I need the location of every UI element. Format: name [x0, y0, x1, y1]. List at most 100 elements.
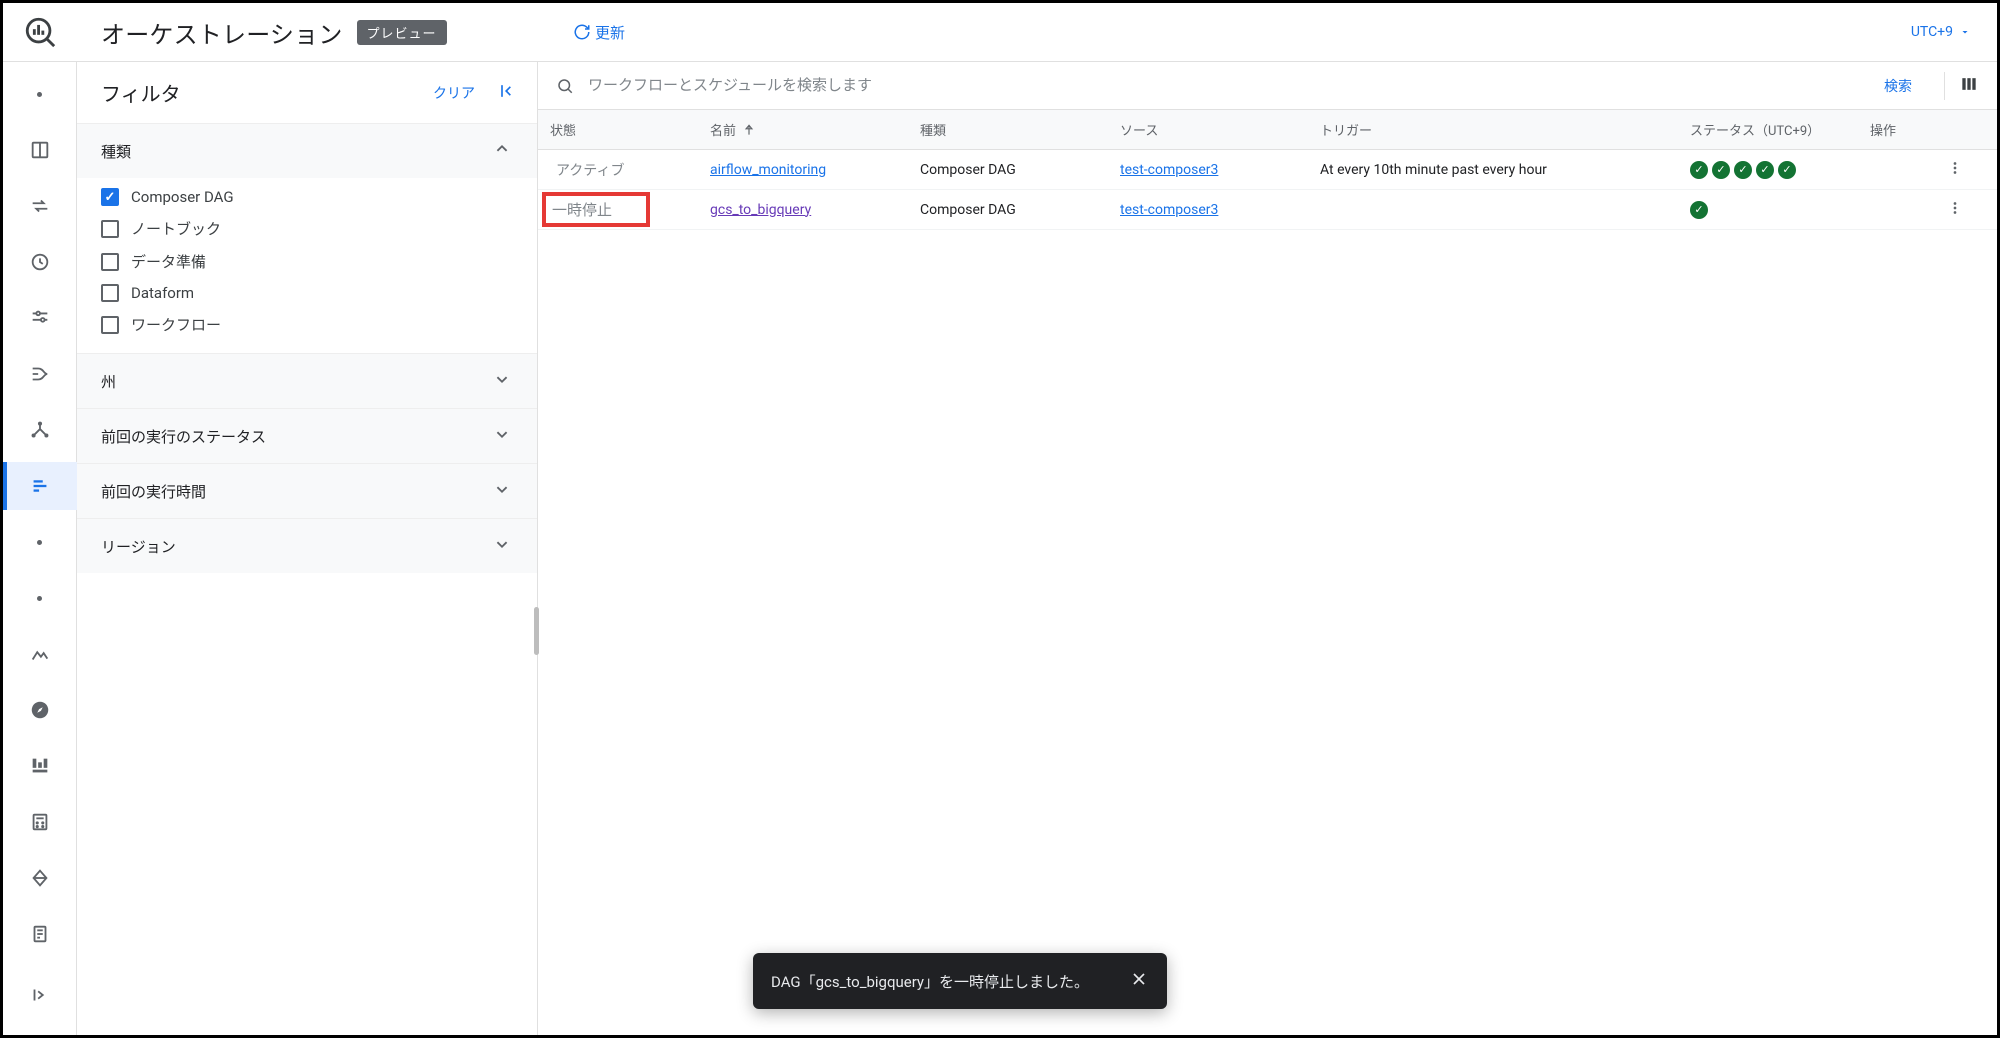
th-source[interactable]: ソース [1120, 120, 1320, 139]
filter-section-last-status[interactable]: 前回の実行のステータス [77, 408, 537, 463]
th-type[interactable]: 種類 [920, 120, 1120, 139]
nav-item-dashboard[interactable] [3, 742, 77, 790]
columns-icon [1959, 74, 1979, 94]
refresh-button[interactable]: 更新 [573, 22, 625, 43]
filter-option-notebook[interactable]: ノートブック [101, 218, 513, 239]
dashboard-icon [29, 755, 51, 777]
share-icon [29, 419, 51, 441]
close-icon [1129, 969, 1149, 989]
dot-icon [37, 92, 42, 97]
filter-section-last-time[interactable]: 前回の実行時間 [77, 463, 537, 518]
chevron-up-icon [491, 138, 513, 164]
filter-section-title: 種類 [101, 141, 491, 162]
nav-item-transfer[interactable] [3, 182, 77, 230]
filter-option-dataform[interactable]: Dataform [101, 284, 513, 302]
filter-option-data-prep[interactable]: データ準備 [101, 251, 513, 272]
compass-icon [29, 699, 51, 721]
row-actions-button[interactable] [1870, 159, 1970, 181]
product-logo[interactable] [3, 15, 77, 49]
toast-notification: DAG「gcs_to_bigquery」を一時停止しました。 [753, 953, 1167, 1009]
state-cell-highlighted: 一時停止 [546, 196, 646, 223]
column-settings-button[interactable] [1959, 74, 1979, 98]
timezone-selector[interactable]: UTC+9 [1911, 24, 1997, 40]
toast-message: DAG「gcs_to_bigquery」を一時停止しました。 [771, 971, 1089, 992]
nav-item-schedule[interactable] [3, 238, 77, 286]
nav-item-diamond[interactable] [3, 854, 77, 902]
nav-item-orchestration[interactable] [3, 462, 77, 510]
clear-filters-button[interactable]: クリア [433, 83, 475, 103]
nav-item-explore[interactable] [3, 686, 77, 734]
th-trigger[interactable]: トリガー [1320, 120, 1690, 139]
scrollbar-thumb[interactable] [534, 607, 539, 655]
kebab-icon [1946, 199, 1964, 217]
nav-item-query[interactable] [3, 294, 77, 342]
nav-item-8[interactable] [3, 518, 77, 566]
search-bar: 検索 [538, 62, 1997, 110]
status-cell [1690, 161, 1870, 179]
checkbox-icon [101, 316, 119, 334]
type-cell: Composer DAG [920, 202, 1120, 218]
workflow-name-link[interactable]: airflow_monitoring [710, 162, 826, 178]
calculator-icon [29, 811, 51, 833]
chevron-down-icon [491, 478, 513, 504]
chevron-down-icon [491, 423, 513, 449]
filter-section-type[interactable]: 種類 [77, 123, 537, 178]
row-actions-button[interactable] [1870, 199, 1970, 221]
toast-close-button[interactable] [1129, 969, 1149, 993]
status-ok-icon [1712, 161, 1730, 179]
th-name-label: 名前 [710, 120, 736, 139]
search-input[interactable] [588, 77, 1852, 94]
workflow-name-link[interactable]: gcs_to_bigquery [710, 202, 811, 218]
collapse-icon [497, 81, 517, 101]
nav-item-layout[interactable] [3, 126, 77, 174]
filter-title: フィルタ [101, 78, 433, 107]
transfer-icon [29, 195, 51, 217]
collapse-panel-button[interactable] [497, 81, 517, 105]
checkbox-icon [101, 284, 119, 302]
filter-section-region[interactable]: リージョン [77, 518, 537, 573]
trigger-cell: At every 10th minute past every hour [1320, 162, 1690, 178]
nav-item-share[interactable] [3, 406, 77, 454]
nav-item-analytics[interactable] [3, 630, 77, 678]
status-ok-icon [1690, 161, 1708, 179]
main-content: 検索 状態 名前 種類 ソース トリガー ステータス（UTC+9） 操作 アクテ… [538, 62, 1997, 1035]
source-link[interactable]: test-composer3 [1120, 202, 1218, 218]
refresh-label: 更新 [595, 22, 625, 43]
page-title: オーケストレーション [101, 15, 343, 50]
filter-section-state[interactable]: 州 [77, 353, 537, 408]
nav-item-doc[interactable] [3, 910, 77, 958]
th-state[interactable]: 状態 [550, 120, 710, 139]
checkbox-checked-icon [101, 188, 119, 206]
doc-icon [29, 923, 51, 945]
th-actions: 操作 [1870, 120, 1970, 139]
th-name[interactable]: 名前 [710, 120, 920, 139]
clock-icon [29, 251, 51, 273]
type-cell: Composer DAG [920, 162, 1120, 178]
filter-option-label: ノートブック [131, 218, 221, 239]
nav-expand-toggle[interactable] [3, 971, 77, 1019]
nav-item-1[interactable] [3, 70, 77, 118]
filter-type-options: Composer DAG ノートブック データ準備 Dataform ワークフロ… [77, 178, 537, 353]
status-ok-icon [1690, 201, 1708, 219]
th-status[interactable]: ステータス（UTC+9） [1690, 120, 1870, 139]
filter-option-label: Composer DAG [131, 188, 234, 206]
search-icon [556, 77, 574, 95]
filter-panel: フィルタ クリア 種類 Composer DAG ノートブック データ準備 Da… [77, 62, 538, 1035]
state-cell: アクティブ [550, 158, 630, 182]
layout-icon [29, 139, 51, 161]
search-button[interactable]: 検索 [1866, 76, 1930, 96]
status-ok-icon [1756, 161, 1774, 179]
filter-option-composer-dag[interactable]: Composer DAG [101, 188, 513, 206]
filter-option-workflow[interactable]: ワークフロー [101, 314, 513, 335]
status-ok-icon [1734, 161, 1752, 179]
source-link[interactable]: test-composer3 [1120, 162, 1218, 178]
expand-icon [29, 984, 51, 1006]
table-header-row: 状態 名前 種類 ソース トリガー ステータス（UTC+9） 操作 [538, 110, 1997, 150]
analytics-icon [29, 643, 51, 665]
nav-item-9[interactable] [3, 574, 77, 622]
nav-item-calc[interactable] [3, 798, 77, 846]
nav-item-merge[interactable] [3, 350, 77, 398]
filter-option-label: Dataform [131, 284, 194, 302]
workflows-table: 状態 名前 種類 ソース トリガー ステータス（UTC+9） 操作 アクティブ … [538, 110, 1997, 230]
top-bar: オーケストレーション プレビュー 更新 UTC+9 [3, 3, 1997, 62]
